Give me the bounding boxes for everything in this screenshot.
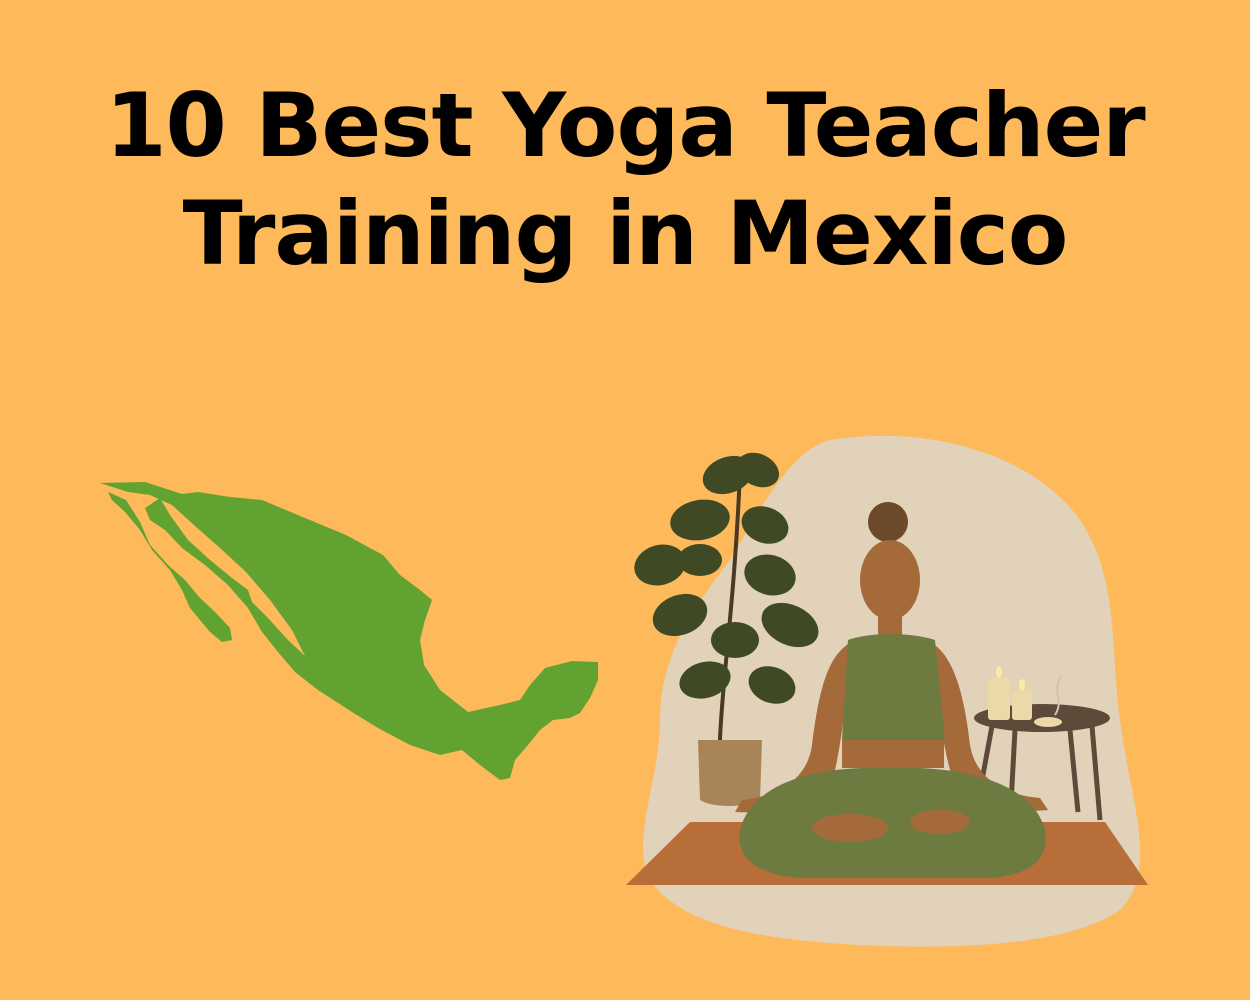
candle-icon	[988, 678, 1010, 720]
mexico-map-icon	[100, 482, 598, 780]
artwork	[100, 435, 1148, 947]
incense-dish-icon	[1034, 717, 1062, 727]
candle-icon	[1012, 690, 1032, 720]
plant-pot	[698, 740, 762, 806]
mexico-mainland	[100, 482, 598, 780]
